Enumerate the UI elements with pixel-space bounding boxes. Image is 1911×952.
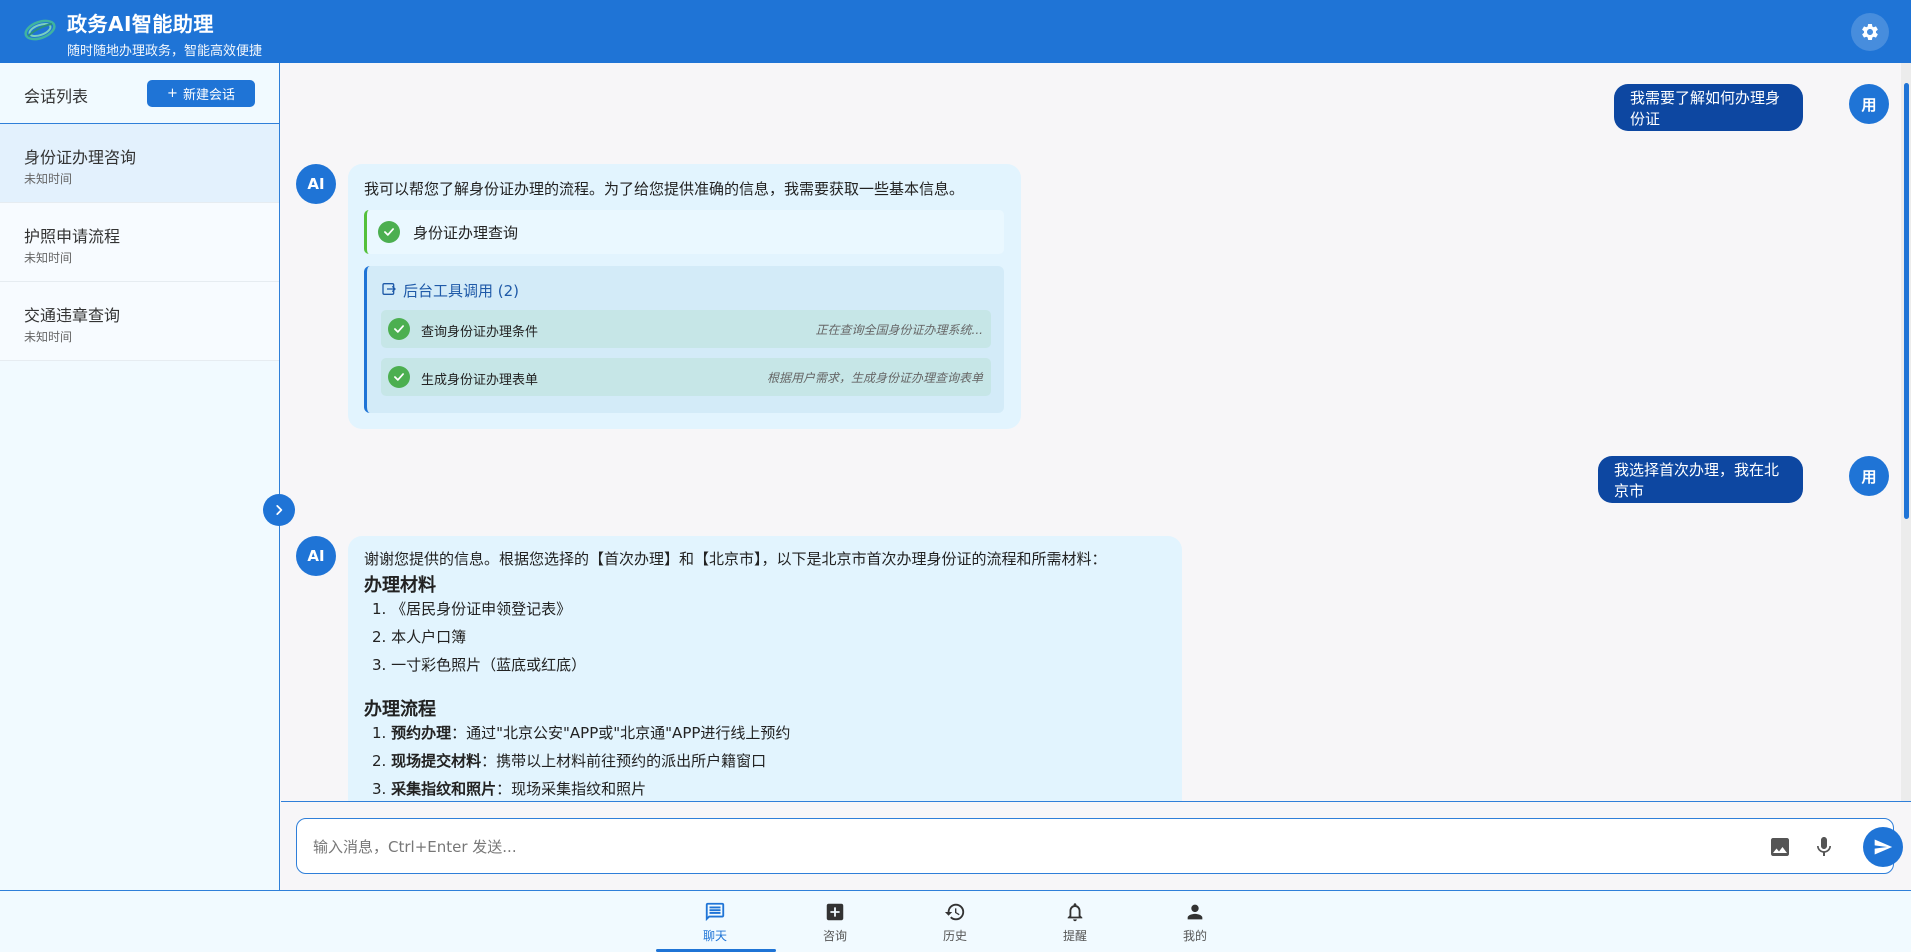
- settings-button[interactable]: [1851, 13, 1889, 51]
- nav-item-profile[interactable]: 我的: [1150, 891, 1240, 952]
- process-item: 2. 现场提交材料：携带以上材料前往预约的派出所户籍窗口: [372, 750, 766, 771]
- nav-label: 我的: [1182, 929, 1207, 943]
- nav-label: 提醒: [1062, 929, 1087, 943]
- session-item-passport[interactable]: 护照申请流程 未知时间: [0, 203, 279, 282]
- process-item-number: 3.: [372, 780, 387, 798]
- process-item-title: 预约办理: [391, 724, 452, 742]
- chat-area: 我需要了解如何办理身份证 用 AI 我可以帮您了解身份证办理的流程。为了给您提供…: [281, 63, 1911, 801]
- tool-calls-panel: 后台工具调用 (2) 查询身份证办理条件 正在查询全国身份证办理系统... 生成…: [364, 266, 1004, 413]
- user-avatar: 用: [1849, 456, 1889, 496]
- ai-message-bubble: 我可以帮您了解身份证办理的流程。为了给您提供准确的信息，我需要获取一些基本信息。…: [348, 164, 1021, 429]
- nav-label: 聊天: [702, 929, 727, 943]
- image-icon[interactable]: [1768, 835, 1792, 859]
- add-square-icon: [826, 903, 844, 921]
- process-item-title: 采集指纹和照片: [391, 780, 497, 798]
- tool-call-row: 查询身份证办理条件 正在查询全国身份证办理系统...: [381, 310, 991, 348]
- session-name: 身份证办理咨询: [24, 148, 137, 167]
- ai-message-text: 我可以帮您了解身份证办理的流程。为了给您提供准确的信息，我需要获取一些基本信息。: [364, 180, 965, 198]
- user-avatar: 用: [1849, 84, 1889, 124]
- user-message-bubble: 我选择首次办理，我在北京市: [1598, 456, 1803, 503]
- bottom-navigation: 聊天 咨询 历史 提醒 我的: [0, 890, 1911, 952]
- app-header: 政务AI智能助理 随时随地办理政务，智能高效便捷: [0, 0, 1911, 63]
- checked-item-block: 身份证办理查询: [364, 210, 1004, 254]
- session-time: 未知时间: [24, 172, 73, 186]
- process-heading: 办理流程: [364, 699, 436, 720]
- nav-item-reminder[interactable]: 提醒: [1030, 891, 1120, 952]
- app-subtitle: 随时随地办理政务，智能高效便捷: [67, 44, 263, 59]
- tool-call-row: 生成身份证办理表单 根据用户需求，生成身份证办理查询表单: [381, 358, 991, 396]
- nav-item-chat[interactable]: 聊天: [670, 891, 760, 952]
- nav-item-consult[interactable]: 咨询: [790, 891, 880, 952]
- user-message-text: 我选择首次办理，我在北京市: [1614, 460, 1780, 500]
- session-item-id-card[interactable]: 身份证办理咨询 未知时间: [0, 124, 279, 203]
- process-item-number: 2.: [372, 752, 387, 770]
- plus-icon: +: [167, 86, 178, 101]
- materials-item: 1. 《居民身份证申领登记表》: [372, 600, 572, 618]
- nav-item-history[interactable]: 历史: [910, 891, 1000, 952]
- session-sidebar: 会话列表 + 新建会话 身份证办理咨询 未知时间 护照申请流程 未知时间 交通违…: [0, 63, 280, 890]
- message-input-box: [296, 818, 1903, 874]
- session-list-title: 会话列表: [24, 87, 89, 106]
- check-icon: [388, 366, 410, 388]
- process-item: 1. 预约办理：通过"北京公安"APP或"北京通"APP进行线上预约: [372, 722, 790, 743]
- tool-calls-title: 后台工具调用 (2): [403, 282, 520, 300]
- history-icon: [944, 903, 965, 921]
- session-name: 交通违章查询: [24, 306, 121, 325]
- chat-scrollbar[interactable]: [1901, 63, 1911, 801]
- ai-message-intro: 谢谢您提供的信息。根据您选择的【首次办理】和【北京市】，以下是北京市首次办理身份…: [364, 550, 1107, 568]
- nav-label: 历史: [942, 929, 967, 943]
- send-icon: [1874, 839, 1893, 855]
- sidebar-header: 会话列表 + 新建会话: [0, 63, 279, 124]
- chevron-right-icon: [276, 505, 283, 515]
- session-time: 未知时间: [24, 330, 73, 344]
- process-item-detail: ：携带以上材料前往预约的派出所户籍窗口: [481, 752, 767, 770]
- ai-avatar: AI: [296, 164, 336, 204]
- message-input-area: [281, 801, 1911, 890]
- tool-call-status: 正在查询全国身份证办理系统...: [815, 323, 983, 337]
- chat-scrollbar-thumb[interactable]: [1904, 83, 1909, 519]
- checked-item-label: 身份证办理查询: [413, 224, 519, 242]
- gear-icon: [1861, 23, 1878, 40]
- materials-heading: 办理材料: [364, 575, 436, 596]
- ai-message-bubble: 谢谢您提供的信息。根据您选择的【首次办理】和【北京市】，以下是北京市首次办理身份…: [348, 536, 1182, 801]
- app-title: 政务AI智能助理: [67, 12, 214, 36]
- session-name: 护照申请流程: [24, 227, 121, 246]
- process-item-detail: ：通过"北京公安"APP或"北京通"APP进行线上预约: [451, 724, 791, 742]
- session-item-traffic[interactable]: 交通违章查询 未知时间: [0, 282, 279, 361]
- materials-item: 3. 一寸彩色照片（蓝底或红底）: [372, 656, 587, 674]
- message-input[interactable]: [313, 833, 1713, 861]
- check-icon: [388, 318, 410, 340]
- tool-call-icon: [382, 283, 396, 295]
- tool-call-status: 根据用户需求，生成身份证办理查询表单: [766, 371, 983, 385]
- check-icon: [378, 221, 400, 243]
- chat-icon: [705, 902, 725, 922]
- person-icon: [1187, 904, 1203, 920]
- microphone-icon[interactable]: [1812, 835, 1836, 859]
- sidebar-toggle-button[interactable]: [263, 494, 295, 526]
- ai-avatar: AI: [296, 536, 336, 576]
- nav-label: 咨询: [822, 929, 847, 943]
- process-item: 3. 采集指纹和照片：现场采集指纹和照片: [372, 778, 646, 799]
- user-message-bubble: 我需要了解如何办理身份证: [1614, 84, 1803, 131]
- session-time: 未知时间: [24, 251, 73, 265]
- tool-call-label: 生成身份证办理表单: [421, 373, 539, 388]
- new-chat-label: 新建会话: [182, 88, 235, 103]
- tool-call-label: 查询身份证办理条件: [421, 325, 539, 340]
- process-item-number: 1.: [372, 724, 387, 742]
- bell-icon: [1067, 903, 1083, 922]
- process-item-detail: ：现场采集指纹和照片: [496, 780, 647, 798]
- process-item-title: 现场提交材料: [391, 752, 482, 770]
- globe-logo-icon: [24, 19, 56, 41]
- materials-item: 2. 本人户口簿: [372, 628, 467, 646]
- user-message-text: 我需要了解如何办理身份证: [1630, 88, 1781, 128]
- send-button[interactable]: [1863, 827, 1903, 867]
- new-chat-button[interactable]: + 新建会话: [147, 80, 255, 107]
